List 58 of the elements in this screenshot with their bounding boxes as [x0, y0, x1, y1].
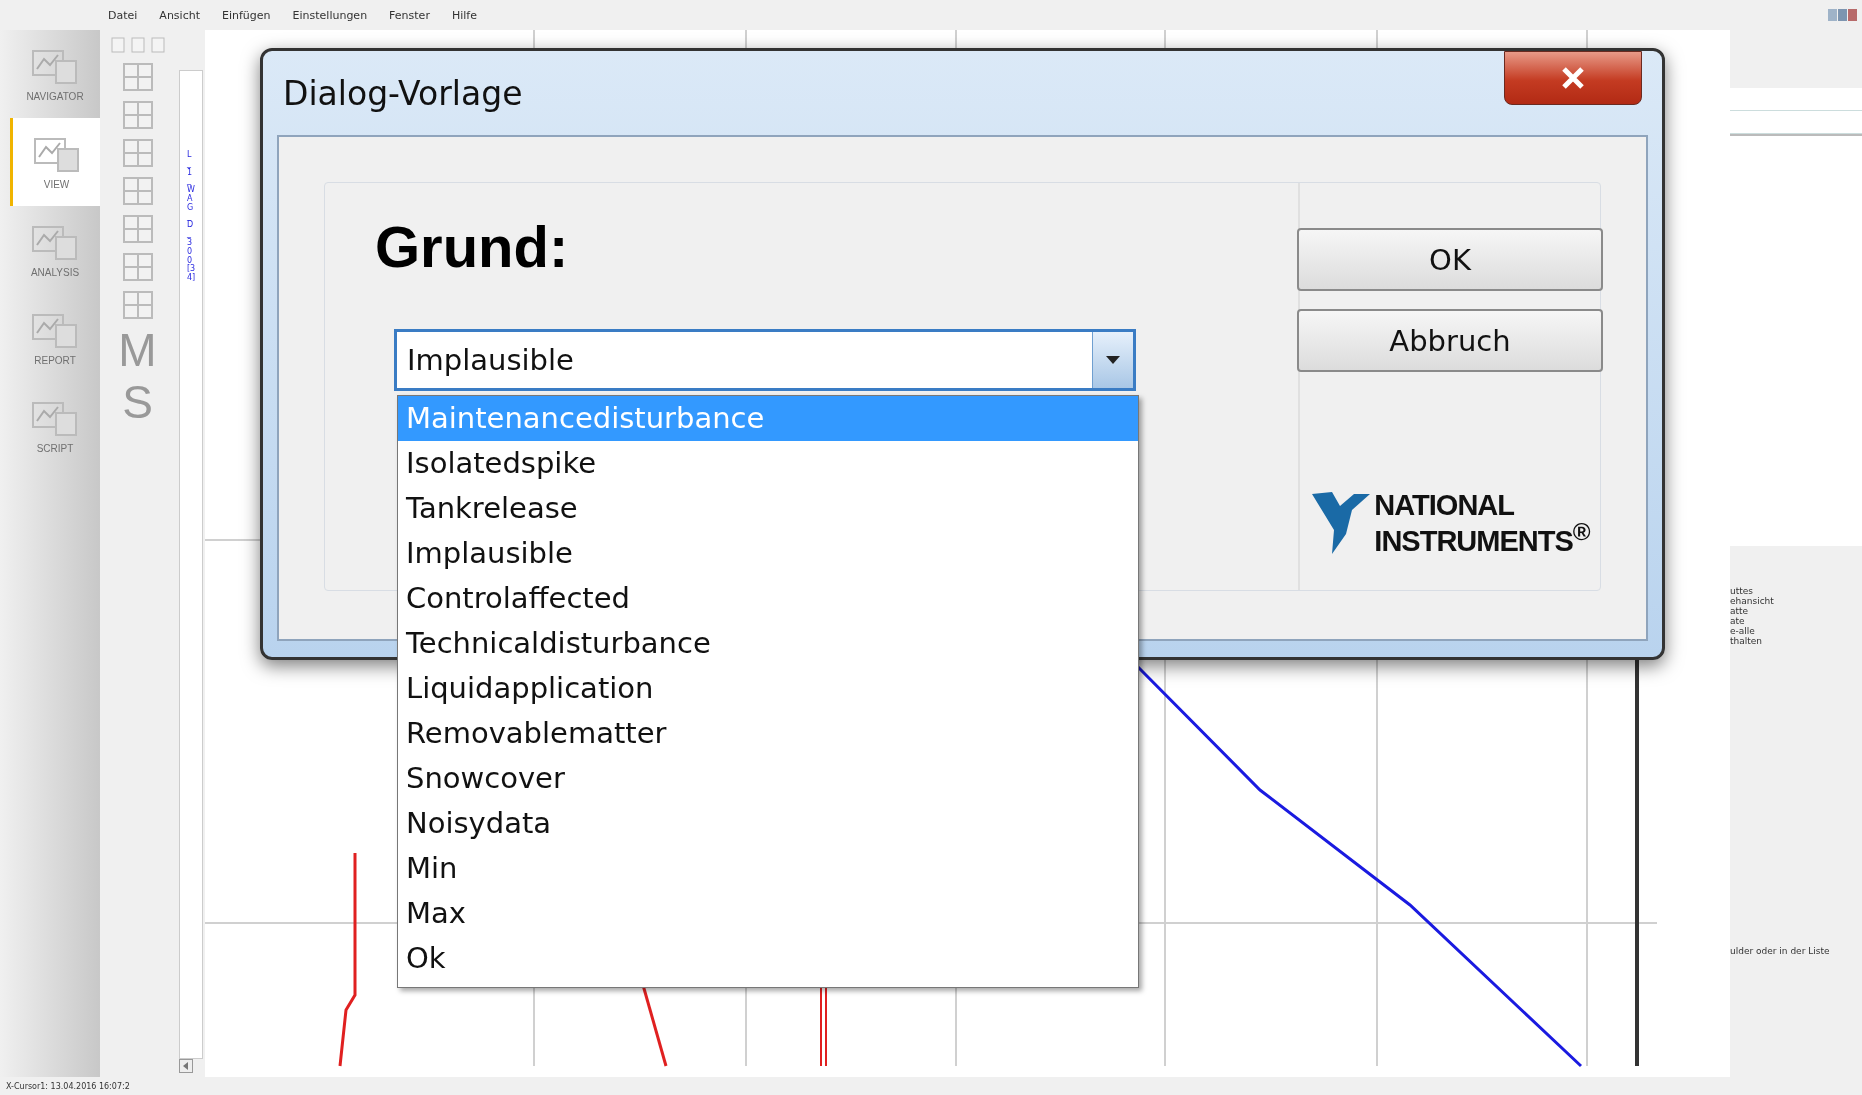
window-controls-icon[interactable]	[1828, 8, 1858, 22]
dropdown-option[interactable]: Liquidapplication	[398, 666, 1138, 711]
menu-item[interactable]: Einstellungen	[292, 8, 368, 22]
menu-item[interactable]: Datei	[108, 8, 138, 22]
toolbar-icon[interactable]	[129, 36, 146, 54]
reason-dropdown[interactable]: Implausible	[395, 330, 1135, 390]
dropdown-option[interactable]: Min	[398, 846, 1138, 891]
dropdown-option[interactable]: Isolatedspike	[398, 441, 1138, 486]
layout-icon[interactable]	[121, 214, 154, 244]
toolbar-icon[interactable]	[109, 36, 126, 54]
sidebar-item[interactable]: REPORT	[10, 294, 100, 382]
panel-letter: M	[118, 328, 157, 372]
close-icon	[1559, 66, 1587, 90]
panel-text: thalten	[1730, 636, 1764, 646]
dialog-button[interactable]: OK	[1297, 228, 1603, 291]
layout-icon[interactable]	[121, 252, 154, 282]
sidebar-item[interactable]: SCRIPT	[10, 382, 100, 470]
dialog-button[interactable]: Abbruch	[1297, 309, 1603, 372]
hint-text: ulder oder in der Liste	[1730, 946, 1831, 956]
dropdown-option[interactable]: Controlaffected	[398, 576, 1138, 621]
menu-item[interactable]: Ansicht	[159, 8, 200, 22]
panel-text: ate	[1730, 616, 1746, 626]
close-button[interactable]	[1504, 51, 1642, 105]
dialog-title: Dialog-Vorlage	[282, 73, 523, 113]
toolbar-icon[interactable]	[149, 36, 166, 54]
channel-label: L_1_WAG_D_300[34]	[187, 151, 195, 285]
sidebar-item[interactable]: NAVIGATOR	[10, 30, 100, 118]
layout-icon[interactable]	[121, 138, 154, 168]
dropdown-option[interactable]: Tankrelease	[398, 486, 1138, 531]
status-text: X-Cursor1: 13.04.2016 16:07:2	[6, 1081, 130, 1091]
dropdown-option[interactable]: Implausible	[398, 531, 1138, 576]
dropdown-option[interactable]: Technicaldisturbance	[398, 621, 1138, 666]
dropdown-option[interactable]: Snowcover	[398, 756, 1138, 801]
sidebar-item[interactable]: VIEW	[10, 118, 100, 206]
input-field[interactable]	[1730, 88, 1862, 111]
layout-icon[interactable]	[121, 100, 154, 130]
menu-item[interactable]: Fenster	[389, 8, 430, 22]
sidebar-item[interactable]: ANALYSIS	[10, 206, 100, 294]
logo-text: NATIONAL	[1374, 490, 1516, 520]
menu-item[interactable]: Hilfe	[451, 8, 477, 22]
panel-text: uttes	[1730, 586, 1754, 596]
layout-icon[interactable]	[121, 176, 154, 206]
scroll-left-icon[interactable]	[179, 1059, 193, 1073]
caret-icon	[1105, 355, 1121, 365]
panel-text: ehansicht	[1730, 596, 1775, 606]
dropdown-option[interactable]: Max	[398, 891, 1138, 936]
layout-icon[interactable]	[121, 290, 154, 320]
dropdown-option[interactable]: Removablematter	[398, 711, 1138, 756]
dropdown-option[interactable]: Ok	[398, 936, 1138, 981]
menu-item[interactable]: Einfügen	[222, 8, 271, 22]
layout-icon[interactable]	[121, 62, 154, 92]
panel-text: e-alle	[1730, 626, 1756, 636]
dropdown-option[interactable]: Noisydata	[398, 801, 1138, 846]
panel-letter: S	[122, 380, 153, 424]
input-field[interactable]	[1730, 111, 1862, 134]
logo-text: INSTRUMENTS$^{®}$	[1374, 519, 1590, 556]
reason-label: Grund:	[375, 213, 570, 280]
panel-text: atte	[1730, 606, 1750, 616]
